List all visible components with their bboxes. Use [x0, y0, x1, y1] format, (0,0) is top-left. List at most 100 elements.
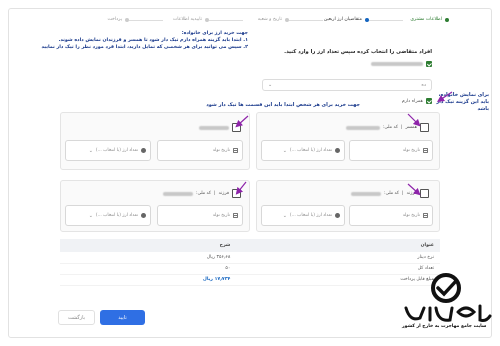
- step-label: پرداخت: [107, 17, 123, 22]
- member-panel-2: تاریخ تولد تعداد ارز (با انتخاب ...) ⌄: [60, 112, 250, 170]
- table-header-row: عنوان شرح: [60, 239, 440, 252]
- back-button[interactable]: بازگشت: [58, 310, 95, 325]
- member-head: [199, 123, 241, 132]
- info-icon: [141, 213, 146, 218]
- currency-field[interactable]: تعداد ارز (با انتخاب ...) ⌄: [65, 205, 151, 226]
- member-panel-child-1: فرزند | کد ملی: تاریخ تولد تعداد ارز (با…: [256, 180, 440, 232]
- member-name-redacted: [199, 125, 229, 130]
- logo-tagline: سایت جامع مهاجرت به خارج از کشور: [402, 324, 487, 329]
- table-row: تعداد کل ۵۰: [60, 263, 440, 275]
- member-relation: همسر: [405, 125, 417, 130]
- applyto-logo: [404, 273, 492, 322]
- calendar-icon: [423, 148, 428, 153]
- step-connector: [209, 19, 243, 21]
- question-title: افراد متقاضی را انتخاب کرده سپس تعداد ار…: [284, 49, 432, 55]
- row-unit: ریال: [206, 254, 216, 260]
- member-name-redacted: [345, 125, 380, 130]
- step-dot: [365, 18, 369, 22]
- applicant-name-redacted: [371, 62, 423, 66]
- step-connector: [369, 19, 403, 21]
- companion-row: همراه دارم: [402, 98, 432, 104]
- row-desc: ۳۵۶٫۶۸ ریال: [60, 252, 237, 264]
- currency-field[interactable]: تعداد ارز (با انتخاب ...) ⌄: [261, 205, 345, 226]
- table-row: مبلغ قابل پرداخت ۱۷٫۷۳۴ ریال: [60, 274, 440, 286]
- applicant-row: [371, 61, 432, 67]
- select-value: ده: [421, 82, 426, 88]
- step-dot: [445, 18, 449, 22]
- chevron-down-icon: ⌄: [282, 212, 287, 219]
- step-connector: [129, 19, 163, 21]
- row-desc: ۵۰: [60, 263, 237, 275]
- member-note: جهت خرید برای هر شخص ابتدا باید این قسمت…: [206, 102, 360, 108]
- applicant-currency-select[interactable]: ده ⌄: [262, 79, 432, 91]
- member-head: فرزند | کد ملی:: [162, 189, 241, 198]
- row-value: ۱۷٫۷۳۴: [214, 277, 231, 282]
- field-placeholder: تاریخ تولد: [402, 148, 420, 153]
- step-label: اطلاعات مشتری: [410, 17, 442, 22]
- calendar-icon: [233, 213, 238, 218]
- chevron-down-icon: ⌄: [282, 147, 287, 154]
- companion-label: همراه دارم: [401, 98, 423, 104]
- member-checkbox[interactable]: [232, 189, 241, 198]
- separator: |: [400, 125, 403, 130]
- step-label: تاییدیه اطلاعات: [172, 17, 202, 22]
- note-line-2: ۲. سپس می توانید برای هر شخصی که تمایل د…: [41, 45, 248, 50]
- info-icon: [335, 148, 340, 153]
- separator: |: [214, 191, 216, 196]
- step-confirm-info[interactable]: تاییدیه اطلاعات: [129, 13, 209, 29]
- summary-table: عنوان شرح نرخ دینار ۳۵۶٫۶۸ ریال تعداد کل…: [60, 239, 440, 286]
- field-placeholder: تاریخ تولد: [212, 213, 230, 218]
- row-title: نرخ دینار: [236, 252, 440, 264]
- member-checkbox[interactable]: [232, 123, 241, 132]
- companion-checkbox[interactable]: [426, 98, 432, 104]
- member-relation: فرزند: [218, 191, 229, 196]
- chevron-down-icon: ⌄: [88, 147, 93, 154]
- step-applicants[interactable]: متقاضیان ارز اربعین: [289, 13, 369, 29]
- birth-date-field[interactable]: تاریخ تولد: [349, 205, 433, 226]
- member-checkbox[interactable]: [420, 123, 429, 132]
- member-head: همسر | کد ملی:: [345, 123, 429, 132]
- row-desc: ۱۷٫۷۳۴ ریال: [60, 274, 237, 286]
- row-value: ۳۵۶٫۶۸: [216, 254, 231, 260]
- step-payment[interactable]: پرداخت: [49, 13, 129, 29]
- side-note: برای نمایش خانواده، باید این گزینه تیک د…: [436, 92, 489, 112]
- member-relation: فرزند: [406, 191, 417, 196]
- confirm-button[interactable]: تایید: [100, 310, 145, 325]
- column-header-title: عنوان: [236, 239, 440, 252]
- step-label: تاریخ و شعبه: [257, 17, 282, 22]
- table-row: نرخ دینار ۳۵۶٫۶۸ ریال: [60, 252, 440, 264]
- member-checkbox[interactable]: [420, 189, 429, 198]
- step-dot: [125, 18, 129, 22]
- member-head: فرزند | کد ملی:: [350, 189, 429, 198]
- step-label: متقاضیان ارز اربعین: [323, 17, 362, 22]
- currency-field[interactable]: تعداد ارز (با انتخاب ...) ⌄: [261, 140, 345, 161]
- step-customer-info[interactable]: اطلاعات مشتری: [369, 13, 449, 29]
- field-placeholder: تعداد ارز (با انتخاب ...): [95, 213, 138, 218]
- birth-date-field[interactable]: تاریخ تولد: [157, 205, 243, 226]
- birth-date-field[interactable]: تاریخ تولد: [349, 140, 433, 161]
- info-icon: [335, 213, 340, 218]
- info-icon: [141, 148, 146, 153]
- field-placeholder: تعداد ارز (با انتخاب ...): [289, 148, 332, 153]
- family-instructions: جهت خرید ارز برای خانواده: ۱. ابتدا باید…: [41, 30, 248, 51]
- member-code-label: کد ملی:: [382, 125, 398, 130]
- member-name-redacted: [162, 191, 193, 196]
- member-panel-spouse: همسر | کد ملی: تاریخ تولد تعداد ارز (با …: [256, 112, 440, 170]
- step-dot: [285, 18, 289, 22]
- applicant-checkbox[interactable]: [426, 61, 432, 67]
- row-unit: ریال: [202, 277, 213, 282]
- field-placeholder: تاریخ تولد: [212, 148, 230, 153]
- field-placeholder: تعداد ارز (با انتخاب ...): [289, 213, 332, 218]
- note-line-1: ۱. ابتدا باید گزینه همراه دارم تیک دار ش…: [58, 38, 248, 43]
- birth-date-field[interactable]: تاریخ تولد: [157, 140, 243, 161]
- calendar-icon: [233, 148, 238, 153]
- column-header-desc: شرح: [60, 239, 237, 252]
- calendar-icon: [423, 213, 428, 218]
- member-name-redacted: [350, 191, 381, 196]
- separator: |: [402, 191, 404, 196]
- chevron-down-icon: ⌄: [88, 212, 93, 219]
- step-date-branch[interactable]: تاریخ و شعبه: [209, 13, 289, 29]
- member-panel-child-2: فرزند | کد ملی: تاریخ تولد تعداد ارز (با…: [60, 180, 250, 232]
- currency-field[interactable]: تعداد ارز (با انتخاب ...) ⌄: [65, 140, 151, 161]
- step-dot: [205, 18, 209, 22]
